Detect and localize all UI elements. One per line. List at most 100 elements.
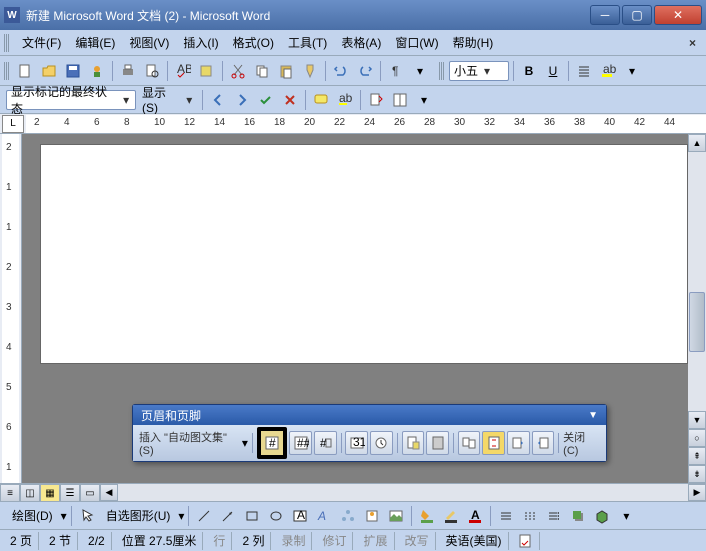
tab-type-button[interactable]: L (2, 115, 24, 133)
review-pane-button[interactable] (389, 89, 411, 111)
clipart-button[interactable] (361, 505, 383, 527)
status-overwrite[interactable]: 改写 (399, 532, 436, 550)
scroll-up-button[interactable]: ▲ (688, 134, 706, 152)
grip-icon[interactable] (4, 34, 10, 52)
normal-view-button[interactable]: ≡ (0, 484, 20, 502)
next-change-button[interactable] (231, 89, 253, 111)
prev-page-button[interactable]: ⇞ (688, 447, 706, 465)
minimize-button[interactable]: ─ (590, 5, 620, 25)
reading-view-button[interactable]: ▭ (80, 484, 100, 502)
accept-change-button[interactable] (255, 89, 277, 111)
print-button[interactable] (117, 60, 139, 82)
switch-header-footer-button[interactable] (482, 431, 505, 455)
page-setup-button[interactable] (402, 431, 425, 455)
status-record[interactable]: 录制 (275, 532, 312, 550)
horizontal-ruler[interactable]: L 24681012141618202224262830323436384042… (0, 114, 706, 134)
undo-button[interactable] (330, 60, 352, 82)
show-prev-button[interactable] (507, 431, 530, 455)
fill-color-button[interactable] (416, 505, 438, 527)
line-button[interactable] (193, 505, 215, 527)
bold-button[interactable]: B (518, 60, 540, 82)
autoshapes-menu[interactable]: 自选图形(U) (100, 505, 177, 526)
toolbar-options[interactable]: ▾ (409, 60, 431, 82)
doc-close-button[interactable]: × (683, 36, 702, 50)
insert-time-button[interactable] (370, 431, 393, 455)
status-language[interactable]: 英语(美国) (440, 532, 509, 550)
print-view-button[interactable]: ▦ (40, 484, 60, 502)
insert-date-button[interactable]: 31 (345, 431, 368, 455)
wordart-button[interactable]: A (313, 505, 335, 527)
research-button[interactable] (196, 60, 218, 82)
highlight-pen-button[interactable]: ab (334, 89, 356, 111)
menu-insert[interactable]: 插入(I) (177, 32, 224, 53)
insert-page-number-button[interactable]: # (257, 427, 287, 459)
outline-view-button[interactable]: ☰ (60, 484, 80, 502)
grip-icon[interactable] (4, 62, 10, 80)
hscroll-track[interactable] (118, 484, 688, 501)
picture-button[interactable] (385, 505, 407, 527)
paste-button[interactable] (275, 60, 297, 82)
chevron-down-icon[interactable]: ▾ (242, 436, 248, 450)
scroll-left-button[interactable]: ◀ (100, 484, 118, 501)
same-as-prev-button[interactable] (458, 431, 481, 455)
next-page-button[interactable]: ⇟ (688, 465, 706, 483)
review-state-combo[interactable]: 显示标记的最终状态 ▾ (6, 90, 136, 110)
dash-style-button[interactable] (519, 505, 541, 527)
oval-button[interactable] (265, 505, 287, 527)
status-spellcheck-icon[interactable] (513, 532, 540, 550)
menu-window[interactable]: 窗口(W) (389, 32, 444, 53)
show-combo[interactable]: 显示(S) ▾ (138, 90, 198, 110)
vertical-ruler[interactable]: 211234561 (0, 134, 22, 483)
highlight-button[interactable]: ab (597, 60, 619, 82)
menu-view[interactable]: 视图(V) (123, 32, 175, 53)
browse-object-button[interactable]: ○ (688, 429, 706, 447)
font-color-button[interactable]: A (464, 505, 486, 527)
new-doc-button[interactable] (14, 60, 36, 82)
align-justify-button[interactable] (573, 60, 595, 82)
maximize-button[interactable]: ▢ (622, 5, 652, 25)
status-extend[interactable]: 扩展 (357, 532, 394, 550)
menu-edit[interactable]: 编辑(E) (69, 32, 121, 53)
reject-change-button[interactable] (279, 89, 301, 111)
shadow-button[interactable] (567, 505, 589, 527)
rectangle-button[interactable] (241, 505, 263, 527)
permission-button[interactable] (86, 60, 108, 82)
grip-icon[interactable] (439, 62, 445, 80)
cut-button[interactable] (227, 60, 249, 82)
select-objects-button[interactable] (76, 505, 98, 527)
track-changes-button[interactable] (365, 89, 387, 111)
show-hide-doc-button[interactable] (426, 431, 449, 455)
status-revision[interactable]: 修订 (316, 532, 353, 550)
save-button[interactable] (62, 60, 84, 82)
fontsize-combo[interactable]: 小五 ▾ (449, 61, 509, 81)
scroll-down-button[interactable]: ▼ (688, 411, 706, 429)
menu-help[interactable]: 帮助(H) (447, 32, 500, 53)
show-next-button[interactable] (532, 431, 555, 455)
line-style-button[interactable] (495, 505, 517, 527)
menu-format[interactable]: 格式(O) (227, 32, 280, 53)
diagram-button[interactable] (337, 505, 359, 527)
web-view-button[interactable]: ◫ (20, 484, 40, 502)
scroll-thumb[interactable] (689, 292, 705, 352)
redo-button[interactable] (354, 60, 376, 82)
arrow-button[interactable] (217, 505, 239, 527)
open-button[interactable] (38, 60, 60, 82)
toolbar-options[interactable]: ▾ (413, 89, 435, 111)
menu-table[interactable]: 表格(A) (335, 32, 387, 53)
page-body[interactable] (40, 144, 688, 364)
textbox-button[interactable]: A (289, 505, 311, 527)
scroll-right-button[interactable]: ▶ (688, 484, 706, 501)
preview-button[interactable] (141, 60, 163, 82)
underline-button[interactable]: U (542, 60, 564, 82)
hf-close-button[interactable]: 关闭(C) (563, 429, 598, 457)
prev-change-button[interactable] (207, 89, 229, 111)
vertical-scrollbar[interactable]: ▲ ▼ ○ ⇞ ⇟ (688, 134, 706, 483)
line-color-button[interactable] (440, 505, 462, 527)
menu-file[interactable]: 文件(F) (16, 32, 67, 53)
3d-button[interactable] (591, 505, 613, 527)
autotext-label[interactable]: 插入 "自动图文集" (S) (139, 429, 238, 457)
arrow-style-button[interactable] (543, 505, 565, 527)
menu-tools[interactable]: 工具(T) (282, 32, 333, 53)
spellcheck-button[interactable]: ABC (172, 60, 194, 82)
insert-page-count-button[interactable]: ## (289, 431, 312, 455)
